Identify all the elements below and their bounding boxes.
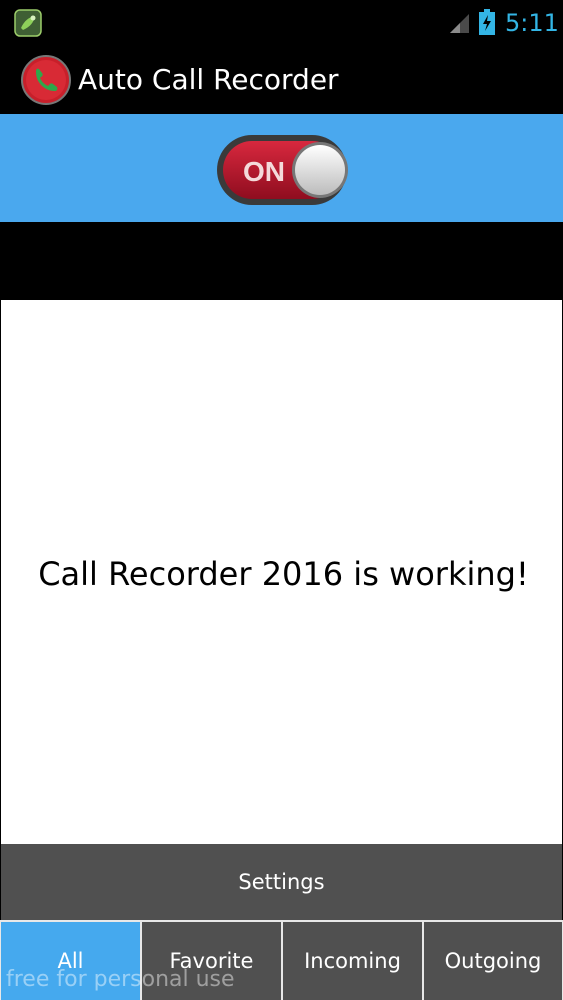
app-notification-icon xyxy=(14,9,42,37)
tab-all[interactable]: All xyxy=(1,922,140,1000)
app-screen: 5:11 Auto Call Recorder ON Call Recorder… xyxy=(0,0,563,1000)
tab-bar: All Favorite Incoming Outgoing xyxy=(0,920,563,1000)
main-content: Call Recorder 2016 is working! xyxy=(1,300,562,844)
toggle-band: ON xyxy=(0,114,563,222)
recorder-status-message: Call Recorder 2016 is working! xyxy=(38,555,529,593)
signal-icon xyxy=(450,14,469,33)
battery-charging-icon xyxy=(479,9,495,35)
tab-incoming[interactable]: Incoming xyxy=(283,922,422,1000)
toggle-on-label: ON xyxy=(243,156,285,187)
status-time: 5:11 xyxy=(505,9,559,37)
tab-outgoing[interactable]: Outgoing xyxy=(424,922,562,1000)
recording-toggle[interactable]: ON xyxy=(216,134,348,206)
status-bar: 5:11 xyxy=(0,0,563,46)
app-title: Auto Call Recorder xyxy=(78,63,339,96)
action-bar: Auto Call Recorder xyxy=(0,46,563,114)
settings-button[interactable]: Settings xyxy=(1,844,562,920)
tab-favorite[interactable]: Favorite xyxy=(142,922,281,1000)
dark-spacer-band xyxy=(0,222,563,300)
phone-record-icon xyxy=(21,55,71,105)
